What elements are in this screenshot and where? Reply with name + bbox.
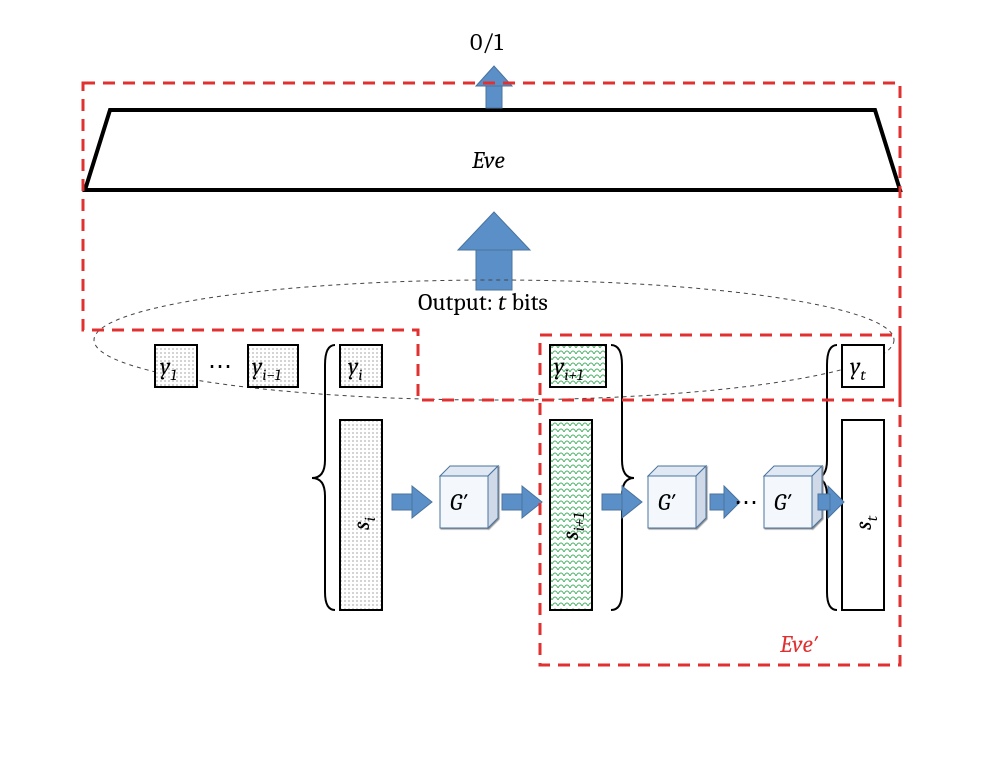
yim1-label: yi−1 — [252, 352, 281, 384]
arrow-eve-to-output — [476, 66, 512, 108]
y1-label: y1 — [160, 352, 177, 384]
diagram-canvas — [0, 0, 1008, 768]
yip1-label: yi+1 — [554, 352, 583, 384]
g2-label: G′ — [658, 488, 676, 516]
dots-g: ⋯ — [734, 488, 758, 516]
ellipse-label: Output: t bits — [418, 288, 548, 316]
gprime-1 — [440, 466, 498, 528]
output-01-label: 0/1 — [470, 28, 503, 56]
eve-label: Eve — [472, 146, 505, 174]
st-label: st — [849, 516, 881, 530]
arrow-si-to-g1 — [392, 486, 432, 518]
yi-label: yi — [348, 352, 363, 384]
si-box — [340, 420, 382, 610]
bracket-ip1 — [611, 345, 634, 610]
eve-prime-label: Eve′ — [780, 630, 818, 658]
bracket-i — [312, 345, 335, 610]
g1-label: G′ — [450, 488, 468, 516]
arrow-output-to-eve — [458, 212, 530, 290]
arrow-g1-to-sip1 — [502, 486, 542, 518]
gprime-2 — [648, 466, 706, 528]
si-label: si — [347, 517, 379, 530]
dots-y: ⋯ — [208, 352, 232, 380]
sip1-label: si+1 — [556, 513, 588, 540]
arrow-sip1-to-g2 — [602, 486, 642, 518]
yt-label: yt — [850, 352, 866, 384]
gprime-3 — [764, 466, 822, 528]
g3-label: G′ — [774, 488, 792, 516]
